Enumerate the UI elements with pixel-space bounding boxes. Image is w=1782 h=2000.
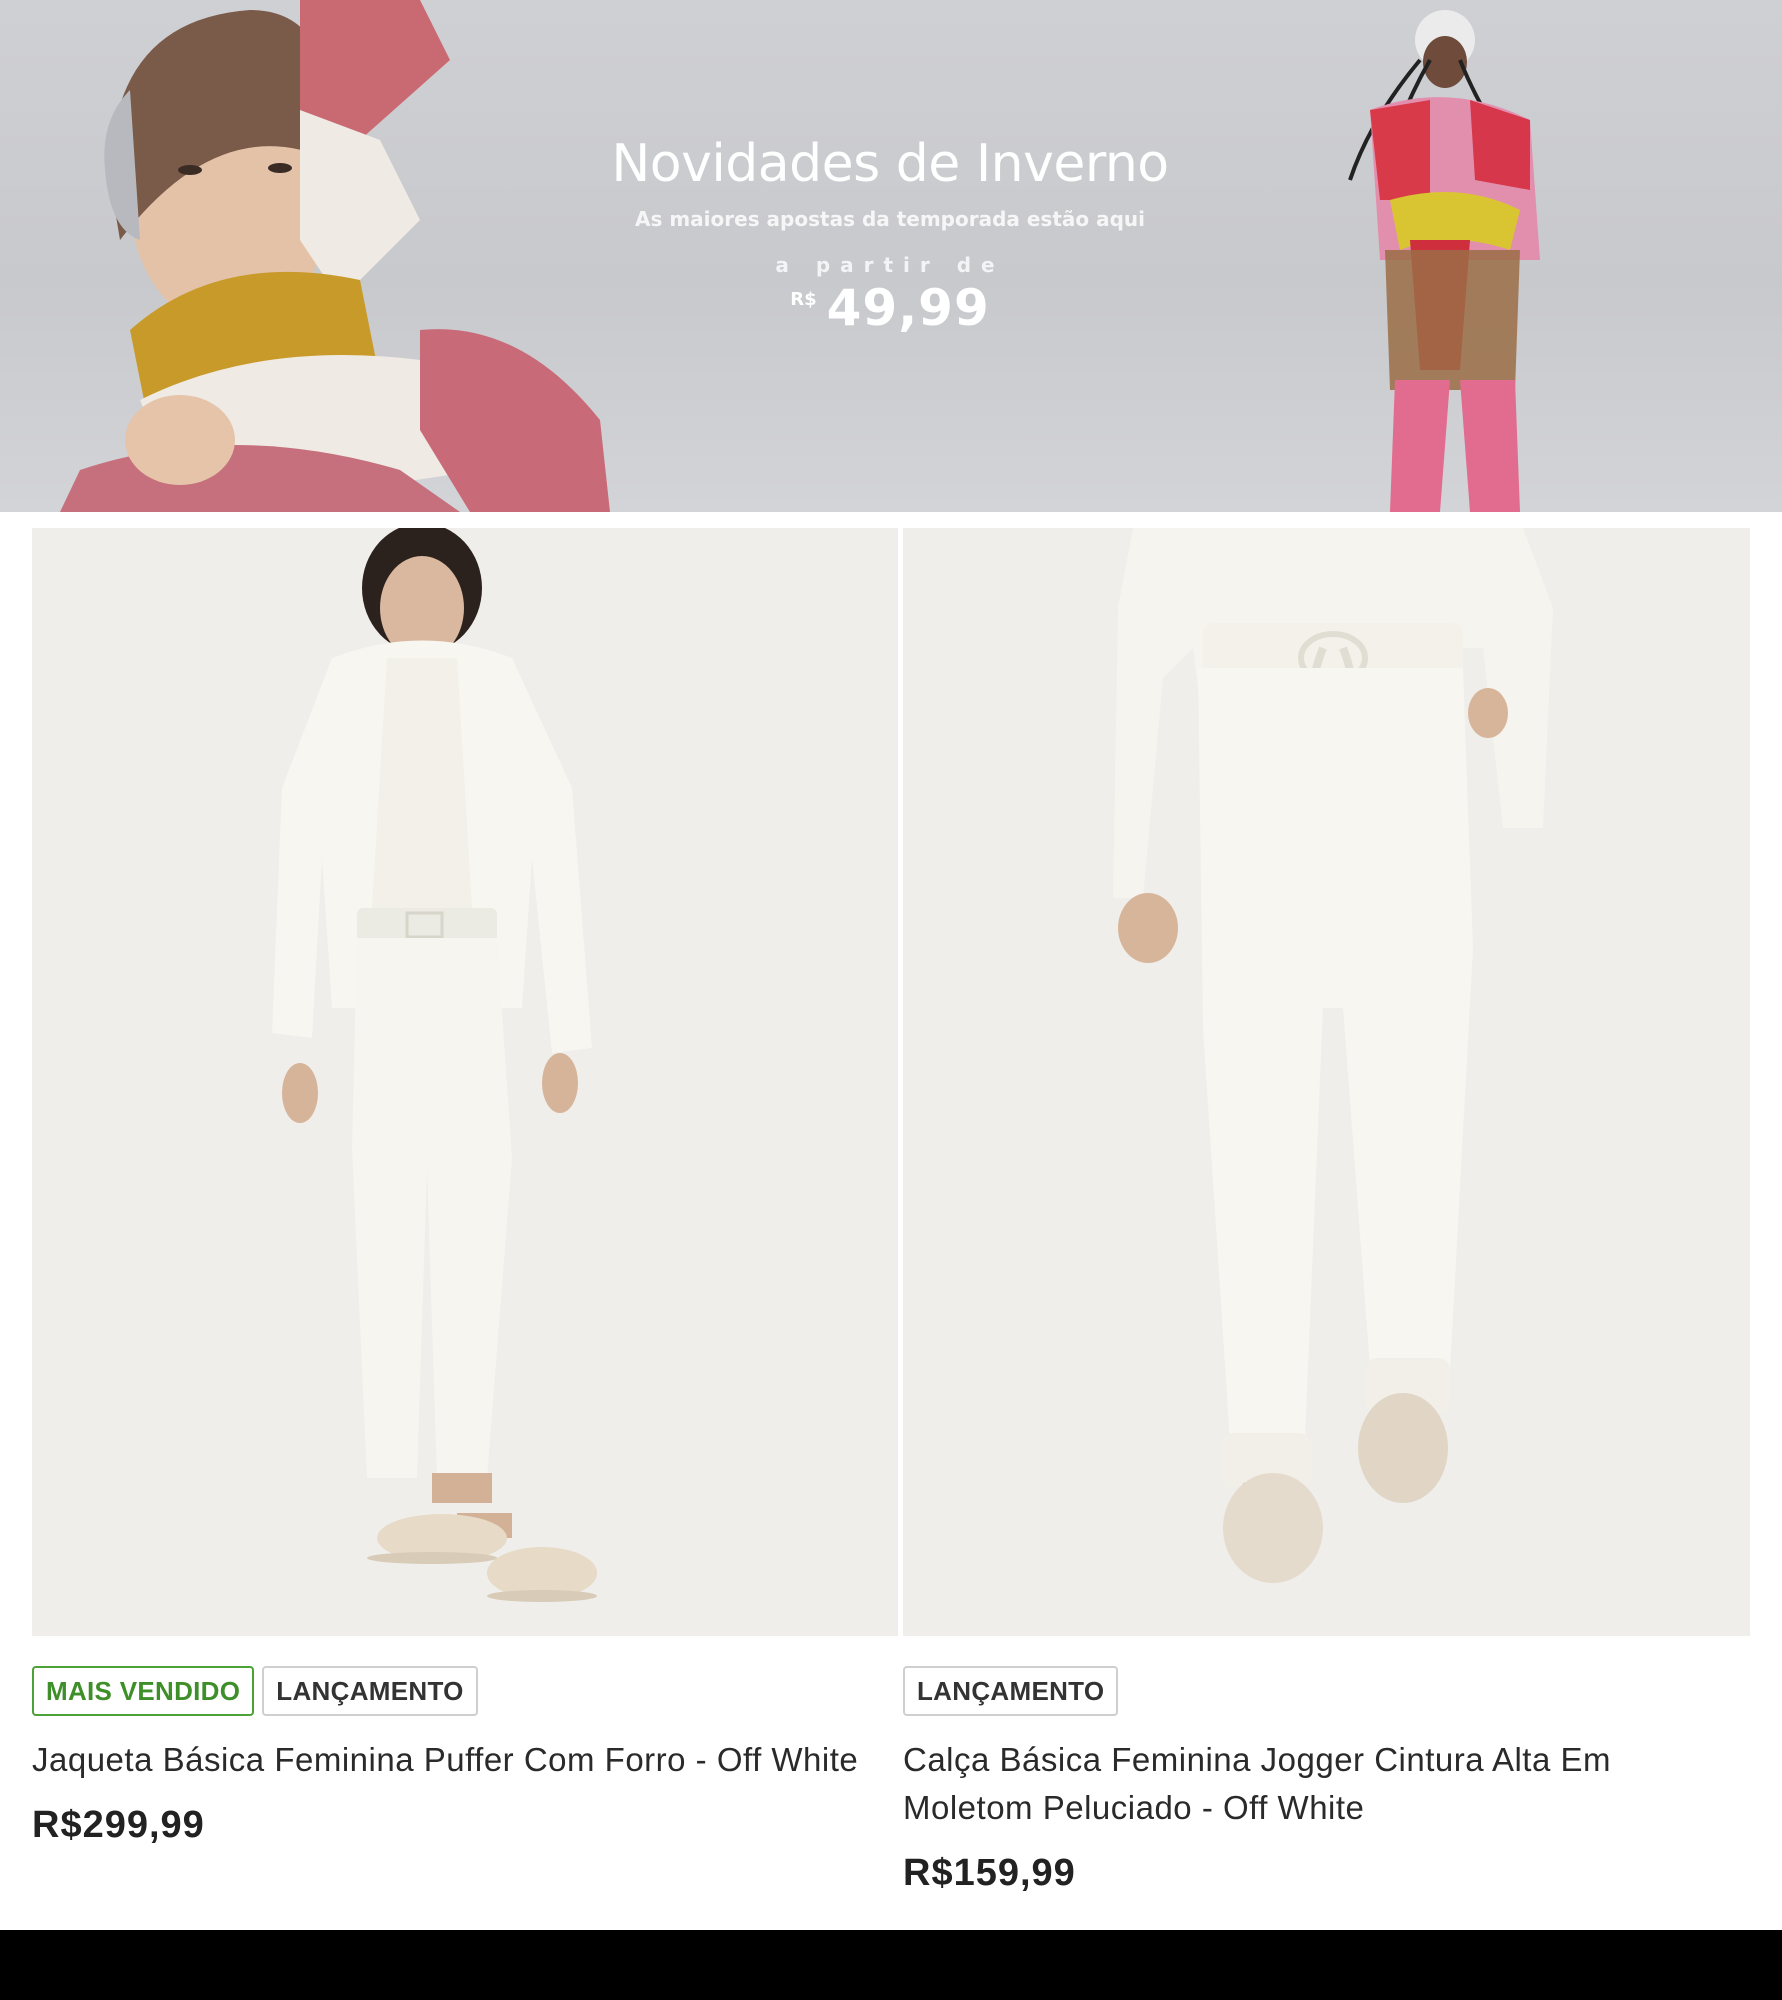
badge-list: MAIS VENDIDO LANÇAMENTO [32, 1666, 898, 1718]
product-price: R$159,99 [903, 1852, 1076, 1894]
product-name[interactable]: Calça Básica Feminina Jogger Cintura Alt… [903, 1736, 1750, 1832]
banner-title: Novidades de Inverno [611, 134, 1169, 194]
banner-price-amount: 49,99 [826, 279, 990, 338]
badge-launch: LANÇAMENTO [903, 1666, 1119, 1716]
banner-copy: Novidades de Inverno As maiores apostas … [560, 134, 1220, 333]
product-price: R$299,99 [32, 1804, 205, 1846]
banner-subtitle: As maiores apostas da temporada estão aq… [634, 207, 1146, 232]
banner-currency: R$ [790, 289, 817, 311]
badge-launch: LANÇAMENTO [262, 1666, 478, 1716]
banner-photo-woman-scarf [0, 0, 630, 512]
banner-from-label: a partir de [775, 253, 1005, 278]
product-image-jacket[interactable] [32, 528, 898, 1636]
banner-price: R$ 49,99 [560, 283, 1220, 333]
bottom-bar [0, 1930, 1782, 2000]
product-name[interactable]: Jaqueta Básica Feminina Puffer Com Forro… [32, 1736, 898, 1784]
banner-photo-model-pink [1290, 0, 1590, 512]
product-image-jogger[interactable] [903, 528, 1750, 1636]
product-card[interactable]: MAIS VENDIDO LANÇAMENTO Jaqueta Básica F… [32, 528, 898, 1847]
promo-banner[interactable]: Novidades de Inverno As maiores apostas … [0, 0, 1782, 512]
badge-bestseller: MAIS VENDIDO [32, 1666, 255, 1716]
badge-list: LANÇAMENTO [903, 1666, 1750, 1718]
product-card[interactable]: LANÇAMENTO Calça Básica Feminina Jogger … [903, 528, 1750, 1895]
